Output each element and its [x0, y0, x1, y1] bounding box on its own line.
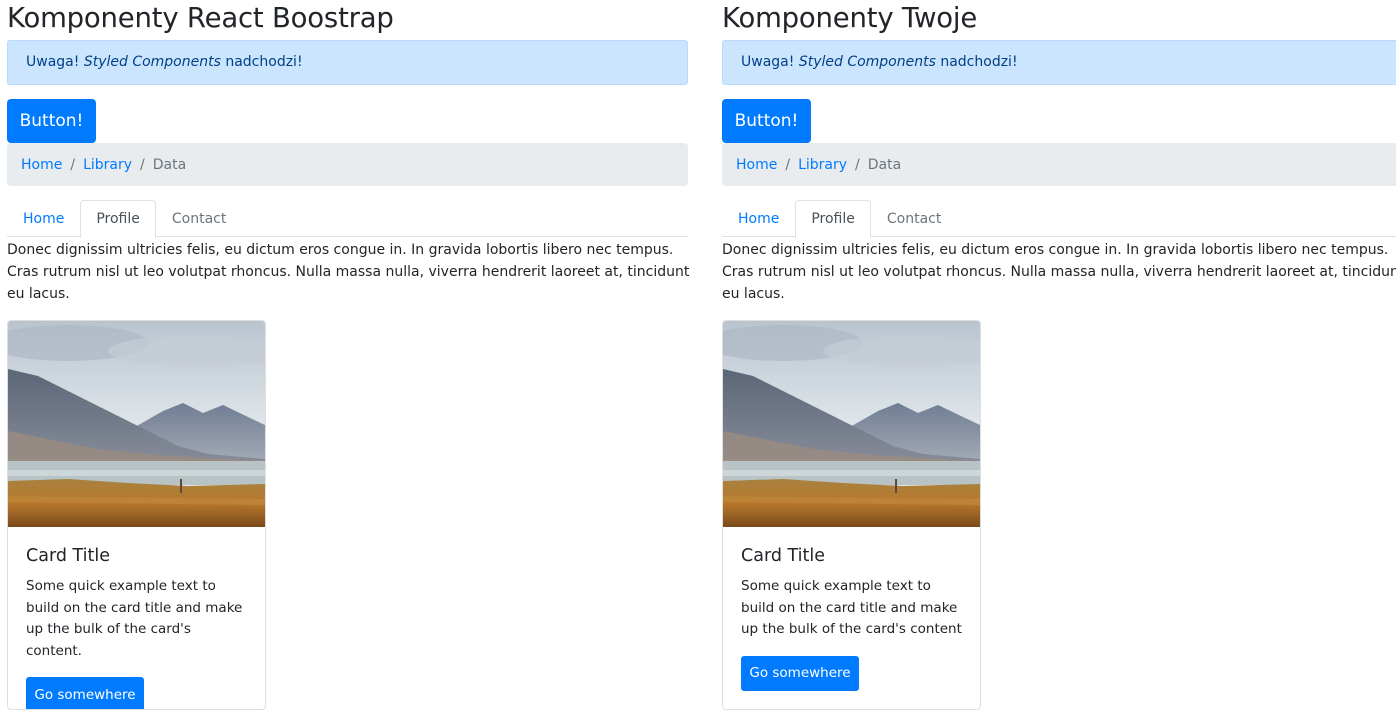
breadcrumb-library-link[interactable]: Library: [83, 157, 132, 173]
card-title: Card Title: [741, 546, 826, 566]
tab-contact[interactable]: Contact: [871, 200, 957, 238]
breadcrumb-home-link[interactable]: Home: [736, 157, 777, 173]
breadcrumb-separator: /: [785, 156, 791, 173]
tab-home[interactable]: Home: [7, 200, 80, 238]
go-somewhere-button[interactable]: Go somewhere: [741, 655, 859, 691]
tab-content-text: Donec dignissim ultricies felis, eu dict…: [7, 242, 690, 302]
breadcrumb-current: Data: [867, 156, 902, 173]
alert-prefix: Uwaga!: [741, 54, 795, 70]
card-title: Card Title: [26, 546, 111, 566]
panel-title: Komponenty Twoje: [722, 2, 978, 34]
breadcrumb-separator: /: [140, 156, 145, 173]
breadcrumb-home-link[interactable]: Home: [21, 157, 62, 173]
tab-bar: Home Profile Contact: [722, 200, 1396, 238]
breadcrumb-current: Data: [152, 156, 187, 173]
card: Card Title Some quick example text to bu…: [722, 320, 981, 710]
panel-react-bootstrap: Komponenty React Boostrap Uwaga! Styled …: [0, 0, 689, 710]
alert-info: Uwaga! Styled Components nadchodzi!: [7, 40, 688, 85]
panel-title: Komponenty React Boostrap: [7, 2, 394, 34]
tab-profile[interactable]: Profile: [795, 200, 871, 238]
primary-button[interactable]: Button!: [7, 99, 96, 143]
mountain-lake-photo: [723, 321, 980, 527]
alert-emphasis: Styled Components: [798, 54, 936, 70]
panel-custom-components: Komponenty Twoje Uwaga! Styled Component…: [715, 0, 1396, 710]
breadcrumb-separator: /: [70, 156, 76, 173]
card-text: Some quick example text to build on the …: [26, 578, 243, 659]
breadcrumb: Home / Library / Data: [722, 143, 1396, 186]
card-body: Card Title Some quick example text to bu…: [723, 527, 980, 691]
alert-prefix: Uwaga!: [26, 54, 80, 70]
tab-profile[interactable]: Profile: [80, 200, 156, 238]
primary-button[interactable]: Button!: [722, 99, 811, 143]
card: Card Title Some quick example text to bu…: [7, 320, 266, 710]
page: Komponenty React Boostrap Uwaga! Styled …: [0, 0, 1396, 710]
card-text: Some quick example text to build on the …: [741, 578, 962, 637]
breadcrumb-library-link[interactable]: Library: [798, 157, 847, 173]
alert-emphasis: Styled Components: [83, 54, 221, 70]
alert-suffix: nadchodzi!: [940, 54, 1018, 70]
breadcrumb: Home / Library / Data: [7, 143, 688, 186]
tab-content-text: Donec dignissim ultricies felis, eu dict…: [722, 242, 1396, 302]
alert-suffix: nadchodzi!: [225, 54, 303, 70]
tab-home[interactable]: Home: [722, 200, 795, 238]
mountain-lake-photo: [8, 321, 265, 527]
tab-contact[interactable]: Contact: [156, 200, 242, 238]
tab-bar: Home Profile Contact: [7, 200, 688, 238]
card-body: Card Title Some quick example text to bu…: [8, 527, 265, 709]
go-somewhere-button[interactable]: Go somewhere: [26, 677, 144, 709]
breadcrumb-separator: /: [855, 156, 860, 173]
alert-info: Uwaga! Styled Components nadchodzi!: [722, 40, 1396, 85]
